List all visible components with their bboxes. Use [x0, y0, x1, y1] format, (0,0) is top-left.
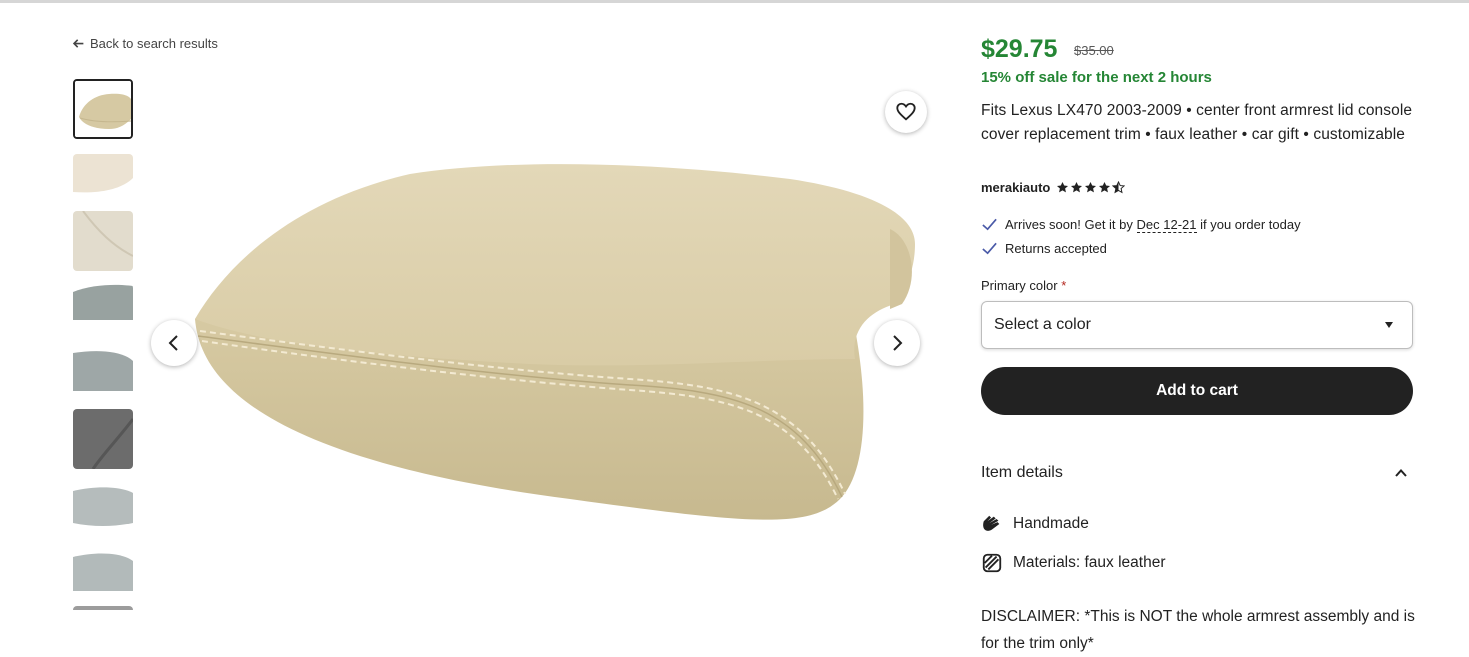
arrow-left-icon [72, 39, 84, 48]
chevron-up-icon [1395, 469, 1407, 477]
thumbnail-6[interactable] [73, 409, 133, 469]
star-icon [1057, 181, 1069, 193]
required-mark: * [1061, 278, 1067, 293]
item-details-toggle[interactable]: Item details [981, 464, 1413, 482]
next-image-button[interactable] [874, 320, 920, 366]
hand-icon [983, 515, 1000, 531]
thumbnail-4[interactable] [73, 284, 133, 344]
disclaimer-text: DISCLAIMER: *This is NOT the whole armre… [981, 608, 1415, 652]
chevron-left-icon [168, 335, 178, 351]
chevron-right-icon [893, 335, 903, 351]
main-product-image[interactable] [150, 79, 930, 610]
top-border [0, 0, 1469, 3]
listing-title: Fits Lexus LX470 2003-2009 • center fron… [981, 102, 1413, 143]
arrival-dates[interactable]: Dec 12-21 [1136, 217, 1197, 233]
thumbnail-strip [73, 79, 133, 610]
thumbnail-3[interactable] [73, 211, 133, 271]
shop-name: merakiauto [981, 180, 1051, 195]
star-icon [1085, 181, 1097, 193]
handmade-label: Handmade [1013, 515, 1089, 532]
rating-stars [1056, 181, 1126, 194]
select-placeholder: Select a color [994, 316, 1091, 333]
star-icon [1099, 181, 1111, 193]
materials-detail: Materials: faux leather [981, 552, 1166, 574]
checkmark-icon [982, 242, 997, 255]
primary-color-label: Primary color * [981, 278, 1067, 293]
thumbnail-5[interactable] [73, 349, 133, 409]
checkmark-icon [982, 218, 997, 231]
primary-color-select[interactable]: Select a color [981, 301, 1413, 349]
handmade-detail: Handmade [981, 513, 1089, 535]
item-details-heading: Item details [981, 464, 1063, 481]
arrival-prefix: Arrives soon! Get it by [1005, 217, 1133, 232]
heart-icon [896, 102, 916, 121]
returns-label: Returns accepted [1005, 241, 1107, 256]
chevron-down-icon [1385, 322, 1393, 328]
back-link-label: Back to search results [90, 36, 218, 51]
back-to-results-link[interactable]: Back to search results [72, 36, 218, 51]
favorite-button[interactable] [885, 91, 927, 133]
thumbnail-2[interactable] [73, 154, 133, 214]
original-price: $35.00 [1074, 43, 1114, 58]
thumbnail-9[interactable] [73, 606, 133, 610]
returns-info: Returns accepted [981, 240, 1107, 257]
sale-notice: 15% off sale for the next 2 hours [981, 69, 1212, 86]
thumbnail-8[interactable] [73, 551, 133, 610]
star-icon [1071, 181, 1083, 193]
previous-image-button[interactable] [151, 320, 197, 366]
materials-label: Materials: faux leather [1013, 554, 1166, 571]
sale-price: $29.75 [981, 35, 1058, 63]
thumbnail-1[interactable] [73, 79, 133, 139]
shop-link[interactable]: merakiauto [981, 180, 1126, 195]
half-star-icon [1112, 181, 1126, 194]
materials-icon [982, 553, 1002, 573]
arrival-estimate: Arrives soon! Get it by Dec 12-21 if you… [981, 216, 1301, 233]
arrival-suffix: if you order today [1200, 217, 1301, 232]
thumbnail-7[interactable] [73, 485, 133, 545]
add-to-cart-button[interactable]: Add to cart [981, 367, 1413, 415]
